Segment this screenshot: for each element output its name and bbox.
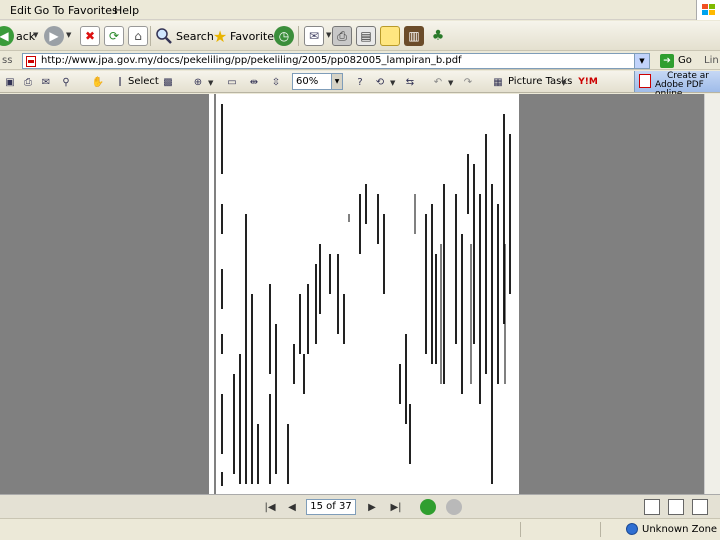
address-bar: ss http://www.jpa.gov.my/docs/pekeliling…: [0, 52, 720, 70]
search-pdf-icon[interactable]: ⚲: [58, 74, 74, 90]
rotated-page-content: [214, 94, 511, 494]
create-adobe-pdf-button[interactable]: Create ar Adobe PDF online: [634, 71, 720, 99]
mail-icon[interactable]: ✉: [304, 26, 324, 46]
pdf-page[interactable]: [209, 94, 519, 494]
forward-icon[interactable]: ▶: [44, 26, 64, 46]
research-icon[interactable]: ▥: [404, 26, 424, 46]
links-label[interactable]: Lin: [704, 55, 719, 66]
pdf-file-icon: [26, 56, 36, 67]
favorites-icon[interactable]: ★: [210, 26, 230, 46]
single-page-icon[interactable]: [644, 499, 660, 515]
zoom-input[interactable]: 60%: [292, 73, 332, 90]
search-button-label[interactable]: Search: [176, 30, 214, 43]
fit-page-icon[interactable]: ⇹: [246, 74, 262, 90]
edit-icon[interactable]: ▤: [356, 26, 376, 46]
address-label: ss: [2, 55, 13, 66]
windows-flag-icon: [696, 0, 720, 20]
select-text-icon[interactable]: I: [112, 74, 128, 90]
home-icon[interactable]: ⌂: [128, 26, 148, 46]
toolbar-separator: [298, 26, 299, 46]
save-icon[interactable]: ▣: [2, 74, 18, 90]
menu-edit[interactable]: Edit: [10, 4, 31, 17]
help-icon[interactable]: ?: [352, 74, 368, 90]
actual-size-icon[interactable]: ▭: [224, 74, 240, 90]
status-separator: [600, 522, 601, 537]
security-zone-label: Unknown Zone: [642, 524, 718, 535]
history-icon[interactable]: ◷: [274, 26, 294, 46]
page-layout-icon[interactable]: ⇆: [402, 74, 418, 90]
mail-dropdown-icon[interactable]: ▼: [326, 31, 331, 39]
prev-page-icon[interactable]: ◀: [284, 499, 300, 515]
standard-toolbar: ◀ ack ▼ ▶ ▼ ✖ ⟳ ⌂ Search ★ Favorites ◷ ✉…: [0, 21, 720, 51]
prev-view-icon[interactable]: [420, 499, 436, 515]
fit-width-icon[interactable]: ⇳: [268, 74, 284, 90]
address-input[interactable]: http://www.jpa.gov.my/docs/pekeliling/pp…: [22, 53, 650, 69]
first-page-icon[interactable]: |◀: [262, 499, 278, 515]
undo-icon[interactable]: ↶: [430, 74, 446, 90]
go-arrow-icon[interactable]: ➔: [660, 54, 674, 68]
address-url[interactable]: http://www.jpa.gov.my/docs/pekeliling/pp…: [41, 55, 462, 66]
yahoo-mail-icon[interactable]: Y!M: [578, 74, 598, 90]
status-bar: Unknown Zone: [0, 518, 720, 540]
next-view-icon[interactable]: [446, 499, 462, 515]
status-separator: [520, 522, 521, 537]
select-label[interactable]: Select: [128, 76, 159, 87]
vertical-scrollbar[interactable]: [704, 94, 720, 494]
forward-dropdown-icon[interactable]: ▼: [66, 31, 71, 39]
search-icon[interactable]: [154, 26, 174, 46]
refresh-icon[interactable]: ⟳: [104, 26, 124, 46]
menu-favorites[interactable]: Favorites: [68, 4, 118, 17]
go-button-label[interactable]: Go: [678, 55, 692, 66]
internet-zone-icon: [626, 523, 638, 535]
picture-tasks-dropdown-icon[interactable]: ▼: [561, 79, 566, 87]
menu-help[interactable]: Help: [114, 4, 139, 17]
back-icon[interactable]: ◀: [0, 26, 14, 46]
pdf-navigation-bar: |◀ ◀ 15 of 37 ▶ ▶|: [0, 494, 720, 518]
menu-bar: Edit Go To Favorites Help: [0, 0, 720, 20]
favorites-button-label[interactable]: Favorites: [230, 30, 280, 43]
print-icon[interactable]: ⎙: [332, 26, 352, 46]
zoom-value-dropdown-icon[interactable]: ▼: [332, 73, 343, 90]
print-pdf-icon[interactable]: ⎙: [20, 74, 36, 90]
last-page-icon[interactable]: ▶|: [388, 499, 404, 515]
facing-pages-icon[interactable]: [692, 499, 708, 515]
adobe-pdf-icon: [639, 74, 651, 88]
stop-icon[interactable]: ✖: [80, 26, 100, 46]
hand-icon[interactable]: ✋: [90, 74, 106, 90]
acrobat-toolbar: ▣ ⎙ ✉ ⚲ ✋ I Select ▩ ⊕ ▼ ▭ ⇹ ⇳ 60% ▼ ? ⟲…: [0, 71, 720, 99]
page-number-input[interactable]: 15 of 37: [306, 499, 356, 515]
menu-go-to[interactable]: Go To: [34, 4, 64, 17]
document-pane[interactable]: [0, 94, 720, 494]
rotate-dropdown-icon[interactable]: ▼: [390, 79, 395, 87]
address-dropdown-icon[interactable]: ▼: [634, 54, 649, 68]
email-pdf-icon[interactable]: ✉: [38, 74, 54, 90]
zoom-in-icon[interactable]: ⊕: [190, 74, 206, 90]
messenger-icon[interactable]: ♣: [428, 26, 448, 46]
picture-tasks-icon[interactable]: ▦: [490, 74, 506, 90]
snapshot-icon[interactable]: ▩: [160, 74, 176, 90]
redo-icon[interactable]: ↷: [460, 74, 476, 90]
zoom-dropdown-icon[interactable]: ▼: [208, 79, 213, 87]
rotate-icon[interactable]: ⟲: [372, 74, 388, 90]
back-dropdown-icon[interactable]: ▼: [33, 31, 38, 39]
next-page-icon[interactable]: ▶: [364, 499, 380, 515]
discuss-icon[interactable]: [380, 26, 400, 46]
continuous-icon[interactable]: [668, 499, 684, 515]
undo-dropdown-icon[interactable]: ▼: [448, 79, 453, 87]
toolbar-separator: [150, 26, 151, 46]
